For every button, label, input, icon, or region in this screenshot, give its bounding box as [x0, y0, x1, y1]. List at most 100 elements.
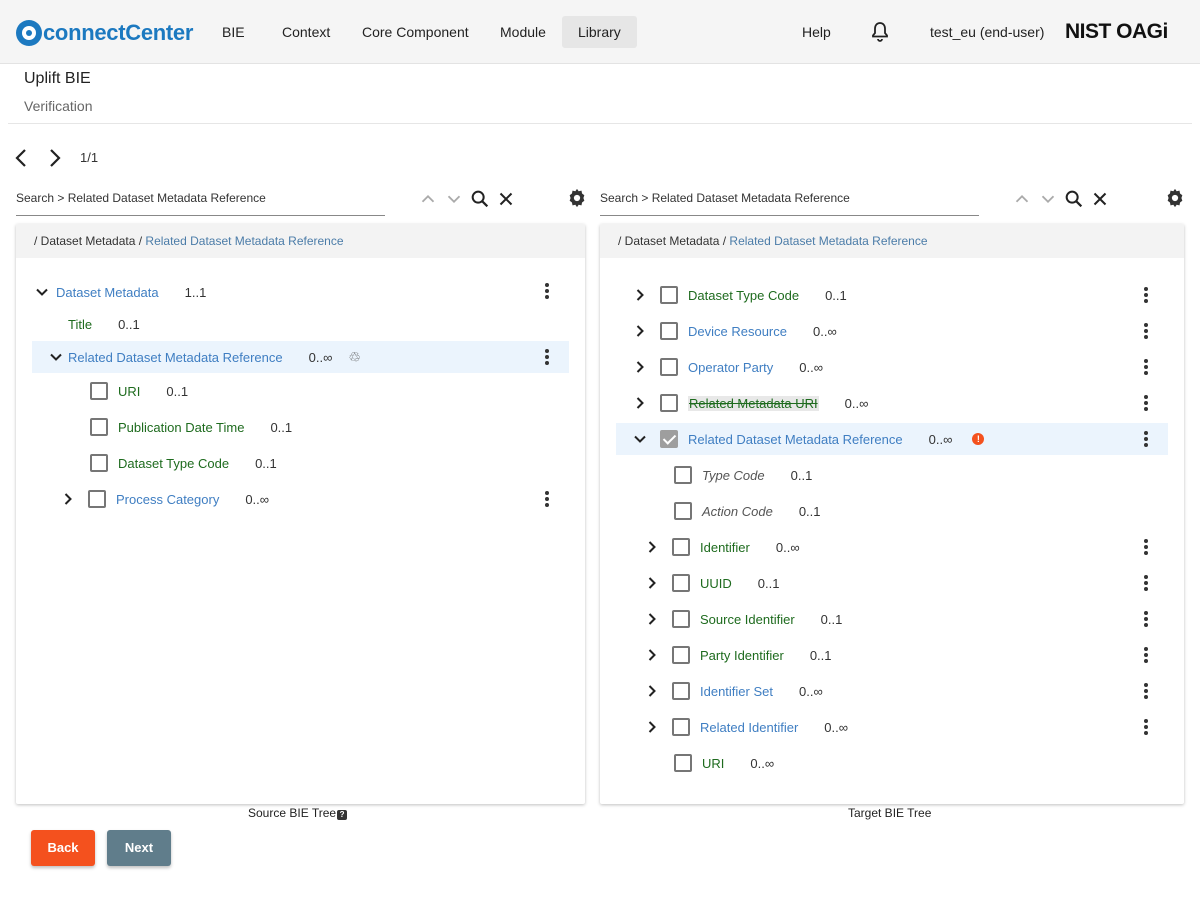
target-row-source-identifier[interactable]: Source Identifier 0..1	[642, 603, 842, 635]
tree-node-label[interactable]: Identifier	[700, 540, 750, 555]
row-checkbox-checked[interactable]	[660, 430, 678, 448]
tree-node-label[interactable]: Source Identifier	[700, 612, 795, 627]
tree-node-label[interactable]: Identifier Set	[700, 684, 773, 699]
row-checkbox[interactable]	[672, 718, 690, 736]
source-search-up-icon[interactable]	[417, 188, 439, 210]
nav-module[interactable]: Module	[484, 16, 562, 48]
source-search-down-icon[interactable]	[443, 188, 465, 210]
tree-node-label[interactable]: URI	[118, 384, 140, 399]
source-row-publication-date-time[interactable]: Publication Date Time 0..1	[88, 411, 292, 443]
source-row-menu-icon[interactable]	[545, 283, 549, 299]
tree-node-label[interactable]: Party Identifier	[700, 648, 784, 663]
help-menu[interactable]: Help	[788, 16, 845, 48]
row-checkbox[interactable]	[672, 682, 690, 700]
target-settings-gear-icon[interactable]	[1164, 187, 1186, 209]
tree-node-label[interactable]: Related Dataset Metadata Reference	[68, 350, 283, 365]
tree-node-label[interactable]: Operator Party	[688, 360, 773, 375]
nav-bie[interactable]: BIE	[206, 16, 261, 48]
chevron-right-icon[interactable]	[642, 609, 662, 629]
source-row-dataset-type-code[interactable]: Dataset Type Code 0..1	[88, 447, 277, 479]
tree-node-label[interactable]: Dataset Type Code	[118, 456, 229, 471]
row-checkbox[interactable]	[674, 502, 692, 520]
row-checkbox[interactable]	[672, 646, 690, 664]
warning-icon[interactable]: !	[972, 433, 985, 445]
next-button[interactable]: Next	[107, 830, 171, 866]
chevron-left-icon[interactable]	[10, 146, 34, 170]
source-row-process-category[interactable]: Process Category 0..∞	[58, 483, 269, 515]
tree-node-label[interactable]: Device Resource	[688, 324, 787, 339]
row-checkbox[interactable]	[660, 358, 678, 376]
target-crumb-root[interactable]: / Dataset Metadata /	[618, 234, 726, 248]
target-crumb-link[interactable]: Related Dataset Metadata Reference	[729, 234, 927, 248]
nav-library[interactable]: Library	[562, 16, 637, 48]
target-clear-icon[interactable]	[1089, 188, 1111, 210]
chevron-right-icon[interactable]	[642, 645, 662, 665]
source-crumb-link[interactable]: Related Dataset Metadata Reference	[145, 234, 343, 248]
row-checkbox[interactable]	[672, 610, 690, 628]
target-row-type-code[interactable]: Type Code 0..1	[672, 459, 812, 491]
target-search-input[interactable]: Search > Related Dataset Metadata Refere…	[600, 182, 979, 216]
nav-context[interactable]: Context	[266, 16, 346, 48]
target-row-menu-icon[interactable]	[1144, 287, 1148, 303]
row-checkbox[interactable]	[88, 490, 106, 508]
target-row-uri[interactable]: URI 0..∞	[672, 747, 774, 779]
tree-node-label[interactable]: Dataset Type Code	[688, 288, 799, 303]
row-checkbox[interactable]	[674, 754, 692, 772]
chevron-right-icon[interactable]	[42, 146, 66, 170]
row-checkbox[interactable]	[660, 394, 678, 412]
bell-icon[interactable]	[868, 20, 892, 44]
target-row-related-metadata-uri[interactable]: Related Metadata URI 0..∞	[630, 387, 868, 419]
row-checkbox[interactable]	[674, 466, 692, 484]
chevron-right-icon[interactable]	[642, 537, 662, 557]
chevron-right-icon[interactable]	[630, 393, 650, 413]
target-row-menu-icon[interactable]	[1144, 647, 1148, 663]
target-search-icon[interactable]	[1063, 188, 1085, 210]
tree-node-label[interactable]: UUID	[700, 576, 732, 591]
target-row-menu-icon[interactable]	[1144, 431, 1148, 447]
target-row-action-code[interactable]: Action Code 0..1	[672, 495, 821, 527]
tree-node-label[interactable]: Process Category	[116, 492, 219, 507]
row-checkbox[interactable]	[672, 574, 690, 592]
back-button[interactable]: Back	[31, 830, 95, 866]
source-row-title[interactable]: Title 0..1	[68, 308, 140, 340]
target-row-party-identifier[interactable]: Party Identifier 0..1	[642, 639, 832, 671]
target-row-menu-icon[interactable]	[1144, 323, 1148, 339]
tree-node-label[interactable]: Title	[68, 317, 92, 332]
source-search-icon[interactable]	[469, 188, 491, 210]
row-checkbox[interactable]	[672, 538, 690, 556]
target-row-menu-icon[interactable]	[1144, 575, 1148, 591]
nav-core-component[interactable]: Core Component	[346, 16, 485, 48]
chevron-down-icon[interactable]	[32, 282, 52, 302]
tree-node-label[interactable]: URI	[702, 756, 724, 771]
chevron-right-icon[interactable]	[642, 717, 662, 737]
source-row-menu-icon[interactable]	[545, 491, 549, 507]
source-crumb-root[interactable]: / Dataset Metadata /	[34, 234, 142, 248]
target-row-identifier[interactable]: Identifier 0..∞	[642, 531, 800, 563]
tree-node-label[interactable]: Related Dataset Metadata Reference	[688, 432, 903, 447]
chevron-right-icon[interactable]	[642, 681, 662, 701]
tree-node-label[interactable]: Type Code	[702, 468, 765, 483]
row-checkbox[interactable]	[90, 382, 108, 400]
chevron-right-icon[interactable]	[630, 285, 650, 305]
row-checkbox[interactable]	[660, 286, 678, 304]
chevron-right-icon[interactable]	[630, 321, 650, 341]
chevron-right-icon[interactable]	[642, 573, 662, 593]
chevron-right-icon[interactable]	[630, 357, 650, 377]
chevron-down-icon[interactable]	[46, 347, 66, 367]
target-row-menu-icon[interactable]	[1144, 395, 1148, 411]
help-icon[interactable]: ?	[337, 810, 348, 820]
chevron-down-icon[interactable]	[630, 429, 650, 449]
target-row-device-resource[interactable]: Device Resource 0..∞	[630, 315, 837, 347]
row-checkbox[interactable]	[90, 418, 108, 436]
source-row-menu-icon[interactable]	[545, 349, 549, 365]
tree-node-label[interactable]: Related Identifier	[700, 720, 798, 735]
tree-node-label[interactable]: Dataset Metadata	[56, 285, 159, 300]
target-row-menu-icon[interactable]	[1144, 611, 1148, 627]
target-row-identifier-set[interactable]: Identifier Set 0..∞	[642, 675, 823, 707]
row-checkbox[interactable]	[90, 454, 108, 472]
tree-node-label[interactable]: Related Metadata URI	[688, 395, 819, 411]
target-row-menu-icon[interactable]	[1144, 683, 1148, 699]
target-search-down-icon[interactable]	[1037, 188, 1059, 210]
source-row-related-dataset-metadata-reference[interactable]: Related Dataset Metadata Reference 0..∞ …	[32, 341, 569, 373]
tree-node-label[interactable]: Action Code	[702, 504, 773, 519]
